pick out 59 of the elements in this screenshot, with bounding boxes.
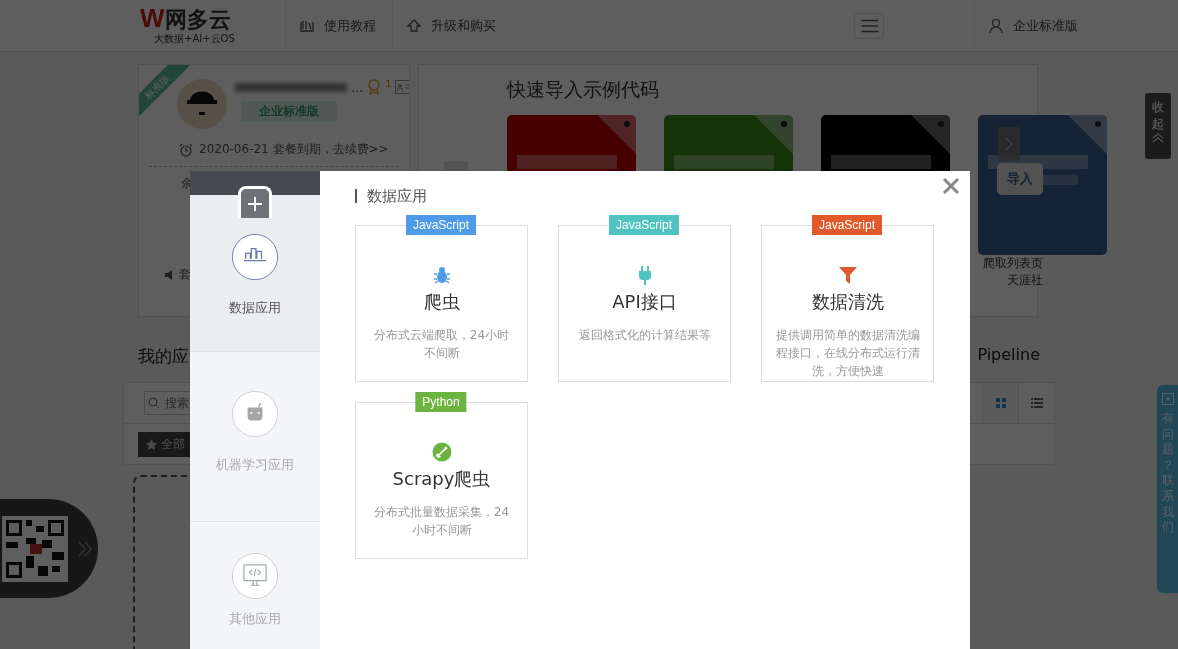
notice-text: 套	[179, 266, 191, 283]
medal-icon	[367, 79, 382, 95]
user-icon	[989, 18, 1003, 33]
speaker-icon	[165, 269, 175, 280]
app-title: 数据清洗	[811, 290, 884, 314]
book-icon	[300, 18, 314, 33]
language-tag: JavaScript	[609, 215, 679, 235]
chat-icon	[1161, 393, 1174, 405]
id-card-icon[interactable]	[395, 80, 409, 94]
app-description: 分布式云端爬取，24小时不间断	[372, 327, 511, 362]
plan-badge: 企业标准版	[241, 101, 337, 122]
dialog-section-title: 数据应用	[355, 189, 970, 203]
nav-link[interactable]: 使用教程	[285, 0, 392, 51]
chart-icon	[231, 233, 279, 281]
shovel-icon	[431, 441, 452, 463]
app-title: API接口	[612, 290, 677, 314]
app-title: Scrapy爬虫	[392, 467, 491, 491]
logo-tagline: 大数据+AI+云OS	[154, 32, 236, 46]
double-chevron-icon[interactable]	[78, 540, 92, 557]
menu-button[interactable]	[854, 12, 884, 39]
avatar	[177, 79, 227, 129]
section-title: Pipeline	[977, 345, 1040, 366]
double-chevron-up-icon	[1152, 132, 1164, 143]
grid-icon	[995, 398, 1006, 408]
import-button[interactable]: 导入	[997, 163, 1043, 195]
robot-icon	[231, 390, 279, 438]
user-menu[interactable]: 企业标准版	[974, 0, 1178, 51]
logo-mark: W	[140, 5, 165, 31]
funnel-icon	[837, 264, 858, 286]
upload-arrow-icon	[407, 18, 421, 33]
add-button[interactable]	[238, 186, 272, 218]
next-button[interactable]	[998, 127, 1020, 161]
category-tab[interactable]: 数据应用	[190, 195, 320, 352]
example-caption: 爬取列表页	[983, 255, 1043, 272]
examples-title: 快速导入示例代码	[507, 77, 660, 102]
app-description: 提供调用简单的数据清洗编程接口，在线分布式运行清洗，方便快速	[774, 327, 921, 380]
chevron-right-icon	[1005, 137, 1013, 151]
grid-view-button[interactable]	[982, 383, 1018, 423]
app-description: 分布式批量数据采集，24小时不间断	[372, 504, 511, 539]
section-title: 我的应	[138, 345, 189, 368]
monitor-code-icon	[231, 552, 279, 600]
language-tag: JavaScript	[406, 215, 476, 235]
nav-link[interactable]: 升级和购买	[392, 0, 512, 51]
search-icon	[148, 397, 160, 409]
example-caption: 天涯社	[1007, 272, 1043, 289]
renew-link[interactable]: 2020-06-21 套餐到期，去续费>>	[199, 141, 389, 158]
language-tag: Python	[415, 392, 467, 412]
medal-count: 1	[385, 79, 392, 89]
app-description: 返回格式化的计算结果等	[578, 327, 711, 344]
star-icon	[146, 438, 157, 450]
name-ellipsis: ...	[351, 79, 364, 95]
language-tag: JavaScript	[812, 215, 882, 235]
close-button[interactable]	[942, 177, 960, 195]
bug-icon	[431, 264, 452, 286]
alarm-clock-icon	[179, 142, 193, 157]
plus-icon	[247, 195, 263, 212]
list-icon	[1030, 398, 1043, 408]
logo-name: 网多云	[164, 8, 231, 32]
app-title: 爬虫	[423, 290, 460, 314]
